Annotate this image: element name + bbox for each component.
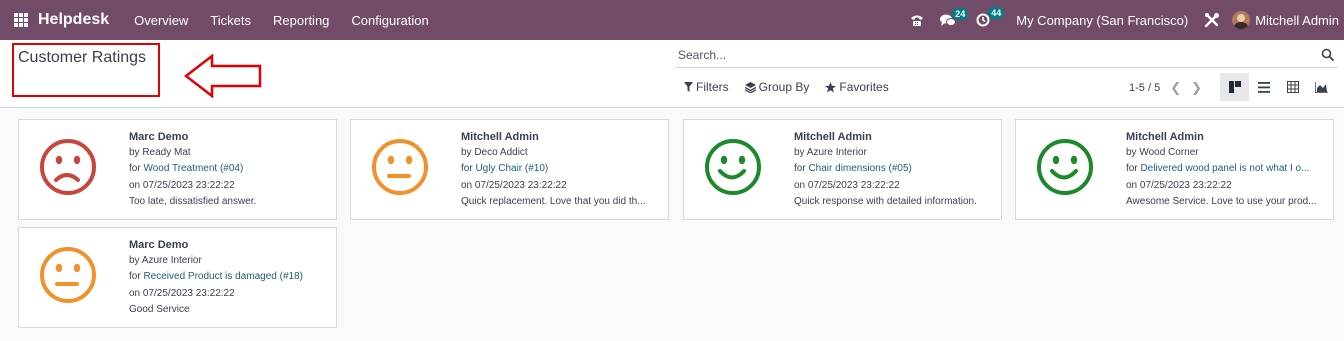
rating-for-label: for [129, 163, 144, 175]
kanban-icon [1228, 81, 1241, 93]
rating-customer: by Azure Interior [129, 255, 202, 267]
pager-previous-icon[interactable]: ❮ [1170, 80, 1181, 96]
rating-date: on 07/25/2023 23:22:22 [1126, 179, 1232, 191]
rating-for-label: for [1126, 163, 1141, 175]
filters-button[interactable]: Filters [684, 80, 729, 94]
activities-icon[interactable]: 44 [976, 7, 1005, 27]
annotation-arrow-icon [184, 54, 262, 98]
rating-customer: by Deco Addict [461, 147, 528, 159]
group-by-button[interactable]: Group By [744, 80, 810, 94]
rating-card[interactable]: Mitchell Admin by Azure Interior for Chair… [683, 119, 1002, 220]
rating-card[interactable]: Mitchell Admin by Wood Corner for Delivere… [1015, 119, 1334, 220]
rating-ticket-link[interactable]: Wood Treatment (#04) [143, 163, 243, 174]
rating-partner-name: Mitchell Admin [461, 131, 539, 143]
rating-ticket-link[interactable]: Ugly Chair (#10) [475, 163, 548, 174]
top-navbar: Helpdesk Overview Tickets Reporting Conf… [0, 0, 1344, 40]
rating-for-label: for [129, 271, 144, 283]
control-panel: Customer Ratings Filters Group By Favori… [0, 40, 1344, 108]
okay-face-icon [39, 246, 97, 309]
rating-partner-name: Marc Demo [129, 239, 189, 251]
menu-reporting[interactable]: Reporting [273, 13, 329, 28]
favorites-label: Favorites [839, 80, 889, 94]
menu-overview[interactable]: Overview [134, 13, 188, 28]
rating-customer: by Azure Interior [794, 147, 867, 159]
layers-icon [744, 81, 756, 93]
graph-view-button[interactable] [1307, 73, 1336, 101]
search-input[interactable] [678, 48, 1298, 62]
menu-configuration[interactable]: Configuration [351, 13, 428, 28]
area-chart-icon [1315, 81, 1328, 93]
activities-badge: 44 [988, 7, 1005, 19]
annotation-highlight-box [12, 43, 160, 97]
rating-customer: by Ready Mat [129, 147, 191, 159]
filter-icon [684, 82, 693, 92]
rating-partner-name: Marc Demo [129, 131, 189, 143]
okay-face-icon [371, 138, 429, 201]
apps-menu-icon[interactable] [14, 13, 28, 27]
rating-ticket-link[interactable]: Received Product is damaged (#18) [143, 271, 303, 282]
rating-partner-name: Mitchell Admin [1126, 131, 1204, 143]
group-by-label: Group By [758, 80, 810, 94]
rating-feedback: Quick replacement. Love that you did th.… [461, 195, 646, 207]
rating-customer: by Wood Corner [1126, 147, 1199, 159]
user-name[interactable]: Mitchell Admin [1255, 13, 1339, 28]
rating-feedback: Good Service [129, 303, 190, 315]
messages-badge: 24 [952, 7, 969, 20]
rating-date: on 07/25/2023 23:22:22 [461, 179, 567, 191]
dissatisfied-face-icon [39, 138, 97, 201]
rating-feedback: Awesome Service. Love to use your prod..… [1126, 195, 1317, 207]
rating-for-label: for [794, 163, 809, 175]
rating-card[interactable]: Marc Demo by Ready Mat for Wood Treatment … [18, 119, 337, 220]
list-view-button[interactable] [1249, 73, 1278, 101]
satisfied-face-icon [704, 138, 762, 201]
app-name[interactable]: Helpdesk [38, 11, 109, 29]
satisfied-face-icon [1036, 138, 1094, 201]
user-avatar[interactable] [1232, 11, 1251, 29]
rating-ticket-link[interactable]: Delivered wood panel is not what I o... [1140, 163, 1309, 174]
rating-card[interactable]: Mitchell Admin by Deco Addict for Ugly Cha… [350, 119, 669, 220]
rating-for-label: for [461, 163, 476, 175]
filters-label: Filters [696, 80, 729, 94]
rating-ticket-link[interactable]: Chair dimensions (#05) [808, 163, 911, 174]
messages-icon[interactable]: 24 [940, 7, 969, 27]
search-bar [676, 46, 1338, 68]
rating-partner-name: Mitchell Admin [794, 131, 872, 143]
rating-date: on 07/25/2023 23:22:22 [129, 287, 235, 299]
search-icon[interactable] [1321, 48, 1334, 61]
kanban-view-button[interactable] [1220, 73, 1249, 101]
company-switcher[interactable]: My Company (San Francisco) [1016, 13, 1188, 28]
table-grid-icon [1286, 81, 1299, 93]
pager-next-icon[interactable]: ❯ [1191, 80, 1202, 96]
rating-card[interactable]: Marc Demo by Azure Interior for Received P… [18, 227, 337, 328]
rating-date: on 07/25/2023 23:22:22 [129, 179, 235, 191]
menu-tickets[interactable]: Tickets [210, 13, 251, 28]
pivot-view-button[interactable] [1278, 73, 1307, 101]
rating-feedback: Quick response with detailed information… [794, 195, 977, 207]
list-icon [1257, 81, 1270, 93]
rating-date: on 07/25/2023 23:22:22 [794, 179, 900, 191]
phone-icon[interactable] [910, 14, 924, 27]
favorites-button[interactable]: Favorites [825, 80, 889, 94]
pager-value[interactable]: 1-5 / 5 [1129, 82, 1160, 94]
rating-feedback: Too late, dissatisfied answer. [129, 195, 257, 207]
debug-tools-icon[interactable] [1204, 12, 1220, 28]
star-icon [825, 81, 837, 92]
